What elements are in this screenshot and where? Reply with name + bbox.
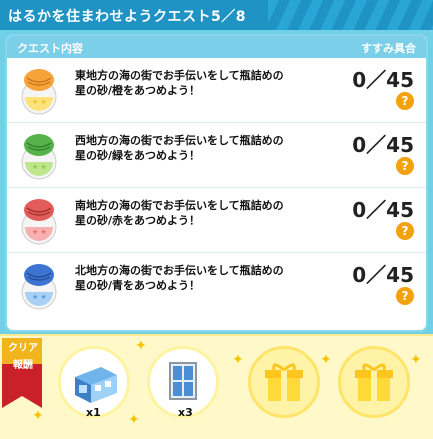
sparkle-icon: ✦ (32, 408, 44, 424)
reward-slot[interactable] (248, 346, 320, 418)
quest-description: 西地方の海の街でお手伝いをして瓶詰めの星の砂/緑をあつめよう！ (75, 134, 284, 162)
svg-text:★ ★: ★ ★ (32, 98, 47, 106)
reward-count: x1 (86, 406, 101, 419)
quest-row: ★ ★ 北地方の海の街でお手伝いをして瓶詰めの星の砂/青をあつめよう！ 0／45… (7, 253, 426, 318)
blue-star-sand-bottle-icon: ★ ★ (21, 264, 57, 310)
quest-progress: 0／45 (352, 198, 414, 222)
gift-box-icon (265, 363, 303, 401)
window-title: はるかを住まわせようクエスト5／8 (8, 9, 246, 25)
quest-description: 東地方の海の街でお手伝いをして瓶詰めの星の砂/橙をあつめよう！ (75, 69, 284, 97)
green-star-sand-bottle-icon: ★ ★ (21, 134, 57, 180)
reward-badge-line1: クリア (8, 343, 38, 354)
quest-progress: 0／45 (352, 133, 414, 157)
svg-text:★ ★: ★ ★ (32, 163, 47, 171)
quest-row: ★ ★ 東地方の海の街でお手伝いをして瓶詰めの星の砂/橙をあつめよう！ 0／45… (7, 58, 426, 123)
column-header-progress: すすみ具合 (361, 42, 416, 55)
reward-badge-line2: 報酬 (13, 360, 33, 371)
sparkle-icon: ✦ (320, 352, 332, 368)
sparkle-icon: ✦ (232, 352, 244, 368)
help-button[interactable]: ? (396, 157, 414, 175)
help-button[interactable]: ? (396, 92, 414, 110)
reward-count: x3 (178, 406, 193, 419)
gift-box-icon (355, 363, 393, 401)
quest-row: ★ ★ 西地方の海の街でお手伝いをして瓶詰めの星の砂/緑をあつめよう！ 0／45… (7, 123, 426, 188)
quest-row: ★ ★ 南地方の海の街でお手伝いをして瓶詰めの星の砂/赤をあつめよう！ 0／45… (7, 188, 426, 253)
quest-progress: 0／45 (352, 68, 414, 92)
sparkle-icon: ✦ (128, 412, 140, 428)
column-header-quest: クエスト内容 (17, 42, 83, 55)
sparkle-icon: ✦ (135, 338, 147, 354)
title-bar: はるかを住まわせようクエスト5／8 (0, 0, 433, 30)
quest-panel: クエスト内容 すすみ具合 ★ ★ 東地方の海の街でお手伝いをして瓶詰めの星の砂/… (5, 34, 428, 332)
reward-slot[interactable] (338, 346, 410, 418)
title-stripes (268, 0, 433, 30)
sparkle-icon: ✦ (410, 352, 422, 368)
quest-description: 南地方の海の街でお手伝いをして瓶詰めの星の砂/赤をあつめよう！ (75, 199, 284, 227)
quest-description: 北地方の海の街でお手伝いをして瓶詰めの星の砂/青をあつめよう！ (75, 264, 284, 292)
red-star-sand-bottle-icon: ★ ★ (21, 199, 57, 245)
orange-star-sand-bottle-icon: ★ ★ (21, 69, 57, 115)
svg-text:★ ★: ★ ★ (32, 293, 47, 301)
quest-progress: 0／45 (352, 263, 414, 287)
svg-text:★ ★: ★ ★ (32, 228, 47, 236)
help-button[interactable]: ? (396, 287, 414, 305)
panel-header: クエスト内容 すすみ具合 (7, 36, 426, 58)
help-button[interactable]: ? (396, 222, 414, 240)
